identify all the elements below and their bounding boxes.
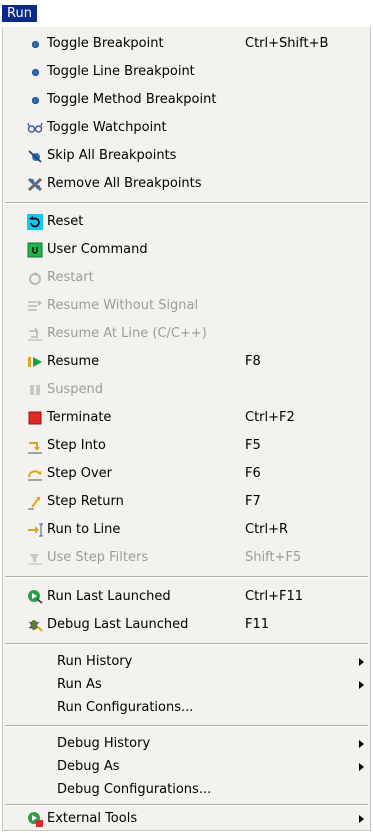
external-tools-icon [27, 811, 43, 827]
menu-item-external-tools[interactable]: External Tools [3, 805, 370, 833]
menu-item-shortcut: F11 [245, 617, 270, 632]
menu-item-label: Run As [57, 677, 102, 692]
submenu-arrow-icon [359, 763, 364, 771]
menu-item-label: Debug Last Launched [47, 617, 189, 632]
menu-item-resume-without-signal[interactable]: Resume Without Signal [3, 292, 370, 320]
suspend-icon [27, 382, 43, 398]
menu-item-label: Resume At Line (C/C++) [47, 326, 207, 341]
menu-item-toggle-method-breakpoint[interactable]: Toggle Method Breakpoint [3, 86, 370, 114]
menu-item-shortcut: F7 [245, 494, 261, 509]
menu-item-run-to-line[interactable]: Run to Line Ctrl+R [3, 516, 370, 544]
menu-item-shortcut: Ctrl+R [245, 522, 289, 537]
menu-item-shortcut: Ctrl+F2 [245, 410, 295, 425]
menu-bar: Run [0, 0, 373, 24]
menu-item-shortcut: Ctrl+Shift+B [245, 36, 329, 51]
menu-item-label: User Command [47, 242, 148, 257]
menu-item-step-return[interactable]: Step Return F7 [3, 488, 370, 516]
step-into-icon [27, 438, 43, 454]
menu-item-remove-all-breakpoints[interactable]: Remove All Breakpoints [3, 170, 370, 198]
menu-item-shortcut: Shift+F5 [245, 550, 302, 565]
debug-icon [27, 617, 43, 633]
menu-item-toggle-watchpoint[interactable]: Toggle Watchpoint [3, 114, 370, 142]
menu-item-label: Skip All Breakpoints [47, 148, 177, 163]
breakpoint-dot-icon [27, 92, 43, 108]
menu-item-label: Terminate [47, 410, 112, 425]
menu-separator [5, 202, 368, 204]
menu-item-terminate[interactable]: Terminate Ctrl+F2 [3, 404, 370, 432]
user-command-icon [27, 242, 43, 258]
menu-item-step-over[interactable]: Step Over F6 [3, 460, 370, 488]
menu-item-resume[interactable]: Resume F8 [3, 348, 370, 376]
menu-item-label: Toggle Breakpoint [47, 36, 164, 51]
run-to-line-icon [27, 522, 43, 538]
breakpoint-dot-icon [27, 64, 43, 80]
menu-item-shortcut: F8 [245, 354, 261, 369]
menu-item-shortcut: F6 [245, 466, 261, 481]
menu-item-label: Step Return [47, 494, 124, 509]
menu-item-debug-configurations[interactable]: Debug Configurations... [3, 776, 370, 804]
restart-icon [27, 270, 43, 286]
menu-item-label: Toggle Watchpoint [47, 120, 167, 135]
menu-item-label: External Tools [47, 811, 138, 826]
skip-breakpoints-icon [27, 148, 43, 164]
menu-item-label: Reset [47, 214, 84, 229]
run-menu: Toggle Breakpoint Ctrl+Shift+B Toggle Li… [2, 27, 371, 831]
menu-item-shortcut: F5 [245, 438, 261, 453]
menu-item-user-command[interactable]: User Command [3, 236, 370, 264]
menu-item-label: Toggle Line Breakpoint [47, 64, 195, 79]
menu-item-label: Debug Configurations... [57, 782, 212, 797]
resume-icon [27, 354, 43, 370]
menu-item-label: Restart [47, 270, 94, 285]
menu-item-label: Step Into [47, 438, 106, 453]
menu-item-label: Resume [47, 354, 100, 369]
menu-item-step-into[interactable]: Step Into F5 [3, 432, 370, 460]
menu-separator [5, 725, 368, 727]
menu-item-label: Run to Line [47, 522, 121, 537]
menu-item-label: Use Step Filters [47, 550, 149, 565]
menu-item-label: Run Last Launched [47, 589, 171, 604]
menu-separator [5, 576, 368, 578]
reset-icon [27, 214, 43, 230]
terminate-icon [27, 410, 43, 426]
menu-item-reset[interactable]: Reset [3, 208, 370, 236]
run-icon [27, 589, 43, 605]
menu-item-label: Run Configurations... [57, 700, 194, 715]
menu-item-toggle-line-breakpoint[interactable]: Toggle Line Breakpoint [3, 58, 370, 86]
menu-item-resume-at-line[interactable]: Resume At Line (C/C++) [3, 320, 370, 348]
menu-item-label: Remove All Breakpoints [47, 176, 202, 191]
menu-item-shortcut: Ctrl+F11 [245, 589, 304, 604]
menu-item-use-step-filters[interactable]: Use Step Filters Shift+F5 [3, 544, 370, 572]
menu-item-label: Step Over [47, 466, 112, 481]
menu-item-toggle-breakpoint[interactable]: Toggle Breakpoint Ctrl+Shift+B [3, 30, 370, 58]
menu-item-suspend[interactable]: Suspend [3, 376, 370, 404]
menu-item-restart[interactable]: Restart [3, 264, 370, 292]
menu-item-run-configurations[interactable]: Run Configurations... [3, 694, 370, 722]
submenu-arrow-icon [359, 740, 364, 748]
menu-item-label: Resume Without Signal [47, 298, 199, 313]
submenu-arrow-icon [359, 681, 364, 689]
menu-item-label: Toggle Method Breakpoint [47, 92, 217, 107]
menu-item-label: Debug History [57, 736, 151, 751]
menu-separator [5, 643, 368, 645]
menu-item-label: Debug As [57, 759, 120, 774]
menu-item-skip-all-breakpoints[interactable]: Skip All Breakpoints [3, 142, 370, 170]
glasses-icon [27, 120, 43, 136]
breakpoint-dot-icon [27, 36, 43, 52]
menu-item-label: Suspend [47, 382, 104, 397]
step-over-icon [27, 466, 43, 482]
run-menu-title[interactable]: Run [2, 5, 37, 22]
step-return-icon [27, 494, 43, 510]
step-filters-icon [27, 550, 43, 566]
menu-item-label: Run History [57, 654, 133, 669]
submenu-arrow-icon [359, 815, 364, 823]
menu-item-run-last-launched[interactable]: Run Last Launched Ctrl+F11 [3, 583, 370, 611]
resume-without-signal-icon [27, 298, 43, 314]
remove-breakpoints-icon [27, 176, 43, 192]
submenu-arrow-icon [359, 658, 364, 666]
menu-item-debug-last-launched[interactable]: Debug Last Launched F11 [3, 611, 370, 639]
resume-at-line-icon [27, 326, 43, 342]
